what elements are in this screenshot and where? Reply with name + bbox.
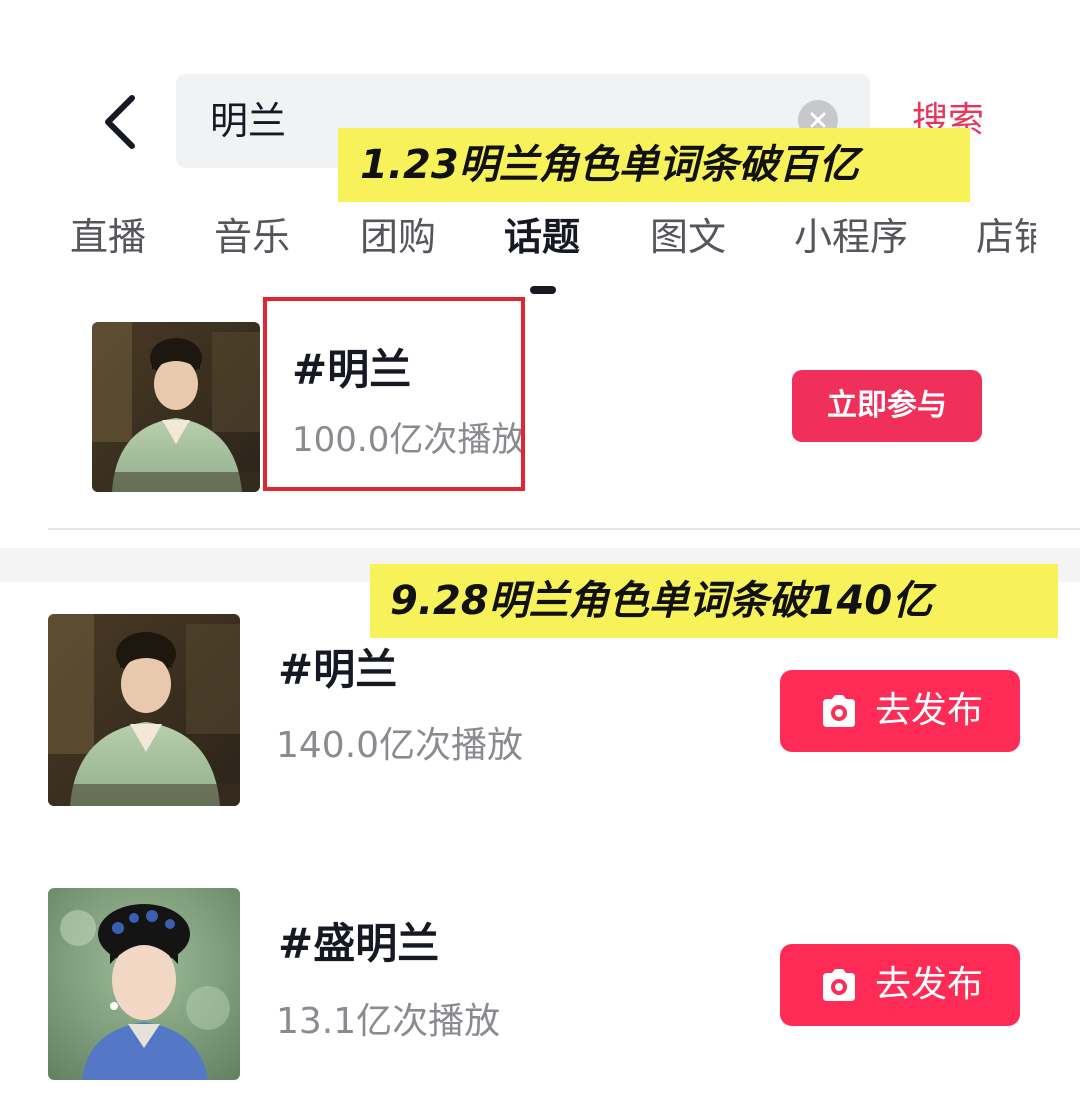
topic-play-count: 140.0亿次播放 (276, 725, 524, 766)
topic-thumbnail[interactable] (92, 322, 260, 492)
earlier-screenshot: 明兰 搜索 直播 音乐 团购 话题 图文 小程序 店铺 #明兰 100.0亿次播… (0, 0, 1080, 548)
back-button[interactable] (92, 90, 148, 154)
tab-music[interactable]: 音乐 (214, 212, 290, 262)
publish-button-label: 去发布 (874, 690, 983, 731)
search-query-text: 明兰 (210, 99, 287, 143)
tab-live[interactable]: 直播 (70, 212, 146, 262)
active-tab-indicator (530, 286, 556, 294)
chevron-left-icon (105, 95, 135, 149)
category-tabs: 直播 音乐 团购 话题 图文 小程序 店铺 (0, 200, 1036, 280)
join-now-button[interactable]: 立即参与 (792, 370, 982, 442)
annotation-highlight-box (263, 297, 525, 491)
publish-button-label: 去发布 (874, 964, 983, 1005)
portrait-image (48, 614, 240, 806)
publish-button[interactable]: 去发布 (780, 944, 1020, 1026)
topic-thumbnail[interactable] (48, 888, 240, 1080)
tab-mini-program[interactable]: 小程序 (794, 212, 908, 262)
camera-icon (822, 969, 855, 1001)
tab-group-buy[interactable]: 团购 (360, 212, 436, 262)
portrait-image (92, 322, 260, 492)
topic-play-count: 13.1亿次播放 (276, 1001, 501, 1042)
tab-image-text[interactable]: 图文 (650, 212, 726, 262)
row-divider (48, 528, 1080, 530)
caption-banner-second: 9.28明兰角色单词条破140亿 (370, 564, 1058, 638)
tab-store[interactable]: 店铺 (976, 212, 1036, 262)
camera-icon (822, 695, 855, 727)
portrait-image (48, 888, 240, 1080)
publish-button[interactable]: 去发布 (780, 670, 1020, 752)
topic-title[interactable]: #盛明兰 (278, 918, 439, 970)
topic-title[interactable]: #明兰 (278, 644, 397, 696)
caption-banner-first: 1.23明兰角色单词条破百亿 (338, 128, 970, 202)
topic-thumbnail[interactable] (48, 614, 240, 806)
close-icon (810, 112, 826, 128)
tab-topics[interactable]: 话题 (504, 212, 580, 262)
